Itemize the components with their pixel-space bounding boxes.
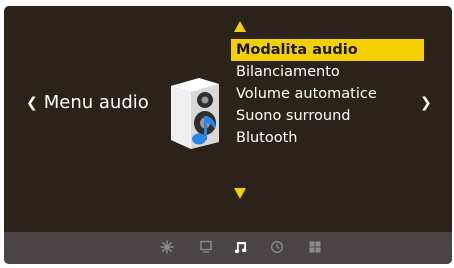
previous-menu-button[interactable]: ❮ Menu audio [26, 92, 149, 113]
speaker-with-note-icon [171, 78, 219, 149]
clock-icon[interactable] [270, 240, 284, 254]
audio-settings-list: Modalita audio Bilanciamento Volume auto… [231, 39, 424, 149]
menu-item-suono-surround[interactable]: Suono surround [231, 105, 424, 127]
chevron-right-icon: ❯ [420, 95, 432, 111]
grid-icon[interactable] [308, 240, 322, 254]
menu-category-bar [4, 232, 452, 264]
picture-settings-icon[interactable] [160, 240, 174, 254]
music-note-icon[interactable] [234, 240, 248, 254]
menu-item-modalita-audio[interactable]: Modalita audio [231, 39, 424, 61]
tv-screen: ❮ Menu audio Modalita audio Bilanciamento… [4, 6, 452, 264]
menu-item-bilanciamento[interactable]: Bilanciamento [231, 61, 424, 83]
next-menu-button[interactable]: ❯ [420, 95, 432, 111]
chevron-left-icon: ❮ [26, 95, 38, 111]
scroll-down-arrow-icon[interactable] [234, 188, 246, 199]
tv-icon[interactable] [199, 240, 213, 254]
scroll-up-arrow-icon[interactable] [234, 21, 246, 32]
menu-item-blutooth[interactable]: Blutooth [231, 127, 424, 149]
menu-title: Menu audio [43, 92, 149, 113]
menu-item-volume-automatice[interactable]: Volume automatice [231, 83, 424, 105]
